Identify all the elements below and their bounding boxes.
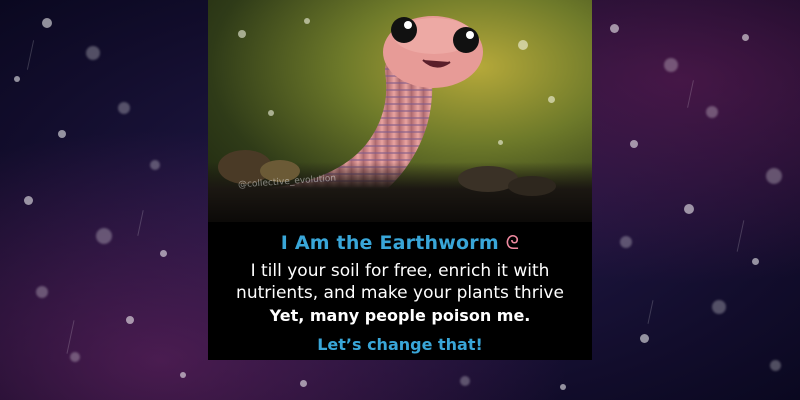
card-title: I Am the Earthworm ᘓ — [208, 232, 592, 254]
bokeh-dot — [24, 196, 33, 205]
rain-streak — [687, 80, 694, 108]
bokeh-dot — [14, 76, 20, 82]
title-text: I Am the Earthworm — [280, 232, 499, 254]
bokeh-dot — [630, 140, 638, 148]
bokeh-dot — [160, 250, 167, 257]
bokeh-dot — [96, 228, 112, 244]
rain-streak — [736, 220, 745, 252]
background-rainy-night: @collective_evolution I Am the Earthworm… — [0, 0, 800, 400]
bokeh-dot — [664, 58, 678, 72]
bokeh-dot — [742, 34, 749, 41]
call-to-action: Let’s change that! — [317, 335, 483, 354]
bokeh-dot — [766, 168, 782, 184]
rain-streak — [26, 40, 35, 70]
rain-streak — [66, 320, 75, 354]
rain-streak — [647, 300, 654, 324]
bokeh-dot — [36, 286, 48, 298]
bokeh-dot — [70, 352, 80, 362]
bokeh-dot — [300, 380, 307, 387]
bokeh-dot — [126, 316, 134, 324]
worm-emoji-icon: ᘓ — [505, 232, 520, 254]
bokeh-dot — [560, 384, 566, 390]
earthworm-card: @collective_evolution I Am the Earthworm… — [208, 0, 592, 360]
bokeh-dot — [640, 334, 649, 343]
bokeh-dot — [180, 372, 186, 378]
bokeh-dot — [684, 204, 694, 214]
bokeh-dot — [706, 106, 718, 118]
bokeh-dot — [42, 18, 52, 28]
rain-streak — [137, 210, 144, 236]
caption: I Am the Earthworm ᘓ I till your soil fo… — [208, 222, 592, 354]
bokeh-dot — [770, 360, 781, 371]
bold-line: Yet, many people poison me. — [269, 306, 531, 325]
bokeh-dot — [118, 102, 130, 114]
bokeh-dot — [86, 46, 100, 60]
soil-clump — [508, 176, 556, 196]
body-line-1: I till your soil for free, enrich it wit… — [250, 261, 550, 281]
bokeh-dot — [752, 258, 759, 265]
bokeh-dot — [712, 300, 726, 314]
body-line-2: nutrients, and make your plants thrive — [236, 283, 564, 303]
bokeh-dot — [610, 24, 619, 33]
bokeh-dot — [620, 236, 632, 248]
bokeh-dot — [58, 130, 66, 138]
earthworm-photo: @collective_evolution — [208, 0, 592, 222]
bokeh-dot — [150, 160, 160, 170]
bokeh-dot — [460, 376, 470, 386]
